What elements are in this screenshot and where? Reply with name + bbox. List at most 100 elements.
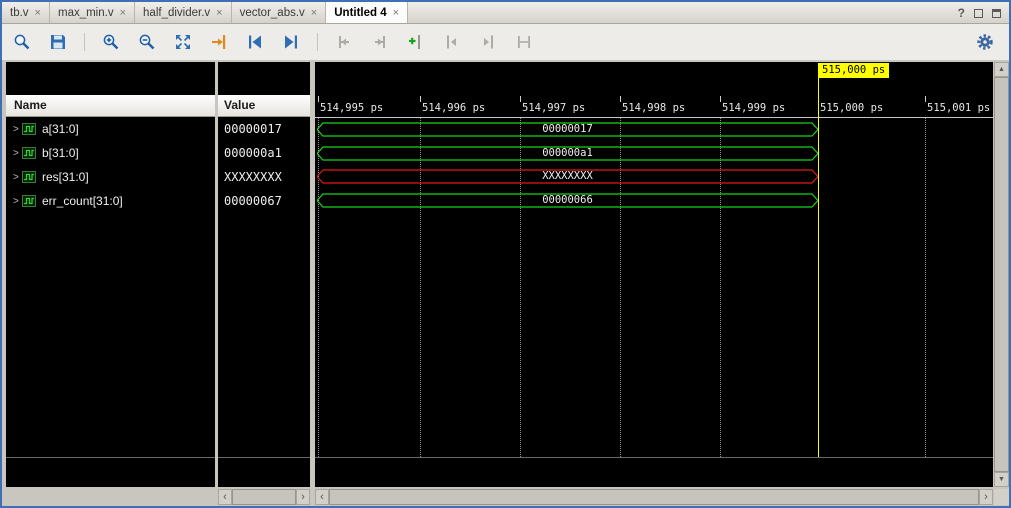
signal-row-b[interactable]: > b[31:0] [6,142,215,164]
value-scroll-thumb[interactable] [232,489,296,505]
wave-bus-row-a: 00000017 [317,122,818,137]
bus-signal-icon [22,123,36,135]
name-header-label: Name [6,98,47,112]
scrollbar-corner [994,489,1009,505]
tab-label: Untitled 4 [334,7,386,19]
tick-mark [720,96,721,102]
previous-transition-icon[interactable] [245,32,265,52]
value-header-label: Value [218,98,255,112]
close-icon[interactable]: × [311,7,317,19]
signal-value[interactable]: 00000067 [224,190,282,212]
value-horizontal-scrollbar[interactable]: ‹ › [218,489,310,505]
scroll-left-icon[interactable]: ‹ [315,489,329,505]
time-cursor-line[interactable] [818,78,819,457]
float-window-icon[interactable] [974,9,983,18]
signal-value[interactable]: 000000a1 [224,142,282,164]
tab-vector-abs-v[interactable]: vector_abs.v × [232,2,327,23]
bus-value-label: XXXXXXXX [317,169,818,184]
tab-untitled-4[interactable]: Untitled 4 × [326,2,408,23]
tab-bar: tb.v × max_min.v × half_divider.v × vect… [2,2,1009,24]
name-column-header: Name [6,95,215,117]
tick-mark [925,96,926,102]
tab-tb-v[interactable]: tb.v × [2,2,50,23]
scroll-up-icon[interactable]: ▲ [994,62,1009,77]
simulation-wave-window: tb.v × max_min.v × half_divider.v × vect… [0,0,1011,508]
wave-scroll-thumb[interactable] [329,489,979,505]
time-tick-label: 514,998 ps [622,102,685,114]
expand-icon[interactable]: > [6,124,22,135]
bus-signal-icon [22,195,36,207]
panel-split-line [6,457,215,458]
zoom-fit-icon[interactable] [173,32,193,52]
signal-value[interactable]: XXXXXXXX [224,166,282,188]
gridline [925,118,926,457]
go-to-time-zero-icon[interactable] [334,32,354,52]
go-to-last-time-icon[interactable] [370,32,390,52]
span-markers-icon[interactable] [514,32,534,52]
vertical-scrollbar[interactable]: ▲ ▼ [994,62,1009,487]
find-icon[interactable] [12,32,32,52]
scroll-left-icon[interactable]: ‹ [218,489,232,505]
tick-mark [420,96,421,102]
help-icon[interactable]: ? [958,6,965,20]
maximize-window-icon[interactable] [992,9,1001,18]
signal-name: err_count[31:0] [42,194,123,208]
bus-value-label: 00000017 [317,122,818,137]
zoom-out-icon[interactable] [137,32,157,52]
tab-label: vector_abs.v [240,7,305,19]
signal-name: a[31:0] [42,122,79,136]
bus-signal-icon [22,147,36,159]
wave-bus-row-err-count: 00000066 [317,193,818,208]
close-icon[interactable]: × [35,7,41,19]
bus-signal-icon [22,171,36,183]
vertical-scroll-thumb[interactable] [994,77,1009,472]
scroll-right-icon[interactable]: › [979,489,993,505]
signal-row-a[interactable]: > a[31:0] [6,118,215,140]
time-tick-label: 514,995 ps [320,102,383,114]
next-transition-icon[interactable] [281,32,301,52]
expand-icon[interactable]: > [6,148,22,159]
value-column-header: Value [218,95,310,117]
settings-gear-icon[interactable] [975,32,995,52]
signal-row-err-count[interactable]: > err_count[31:0] [6,190,215,212]
close-icon[interactable]: × [393,7,399,19]
cursor-time-label[interactable]: 515,000 ps [818,63,889,78]
window-controls: ? [958,2,1001,24]
tick-mark [318,96,319,102]
toolbar-separator [84,33,85,51]
signal-name: b[31:0] [42,146,79,160]
scroll-down-icon[interactable]: ▼ [994,472,1009,487]
signal-value-panel: Value 00000017 000000a1 XXXXXXXX 0000006… [218,62,310,487]
signal-name-panel: Name > a[31:0] > b[31:0] > res[31:0] > e… [6,62,215,487]
save-icon[interactable] [48,32,68,52]
next-marker-icon[interactable] [478,32,498,52]
bus-value-label: 000000a1 [317,146,818,161]
zoom-to-cursor-icon[interactable] [209,32,229,52]
add-marker-icon[interactable] [406,32,426,52]
wave-horizontal-scrollbar[interactable]: ‹ › [315,489,993,505]
tab-half-divider-v[interactable]: half_divider.v × [135,2,232,23]
wave-toolbar [2,24,1009,60]
tab-label: half_divider.v [143,7,210,19]
waveform-panel[interactable]: 515,000 ps 514,995 ps 514,996 ps 514,997… [315,62,993,487]
scroll-right-icon[interactable]: › [296,489,310,505]
expand-icon[interactable]: > [6,172,22,183]
time-tick-label: 514,997 ps [522,102,585,114]
tab-label: max_min.v [58,7,114,19]
signal-value[interactable]: 00000017 [224,118,282,140]
tab-label: tb.v [10,7,29,19]
panel-split-line [218,457,310,458]
close-icon[interactable]: × [216,7,222,19]
time-tick-label: 515,001 ps [927,102,990,114]
tab-max-min-v[interactable]: max_min.v × [50,2,135,23]
tick-mark [520,96,521,102]
time-tick-label: 515,000 ps [820,102,883,114]
previous-marker-icon[interactable] [442,32,462,52]
wave-bus-row-b: 000000a1 [317,146,818,161]
ruler-baseline [315,117,993,118]
expand-icon[interactable]: > [6,196,22,207]
close-icon[interactable]: × [120,7,126,19]
zoom-in-icon[interactable] [101,32,121,52]
time-tick-label: 514,999 ps [722,102,785,114]
signal-row-res[interactable]: > res[31:0] [6,166,215,188]
